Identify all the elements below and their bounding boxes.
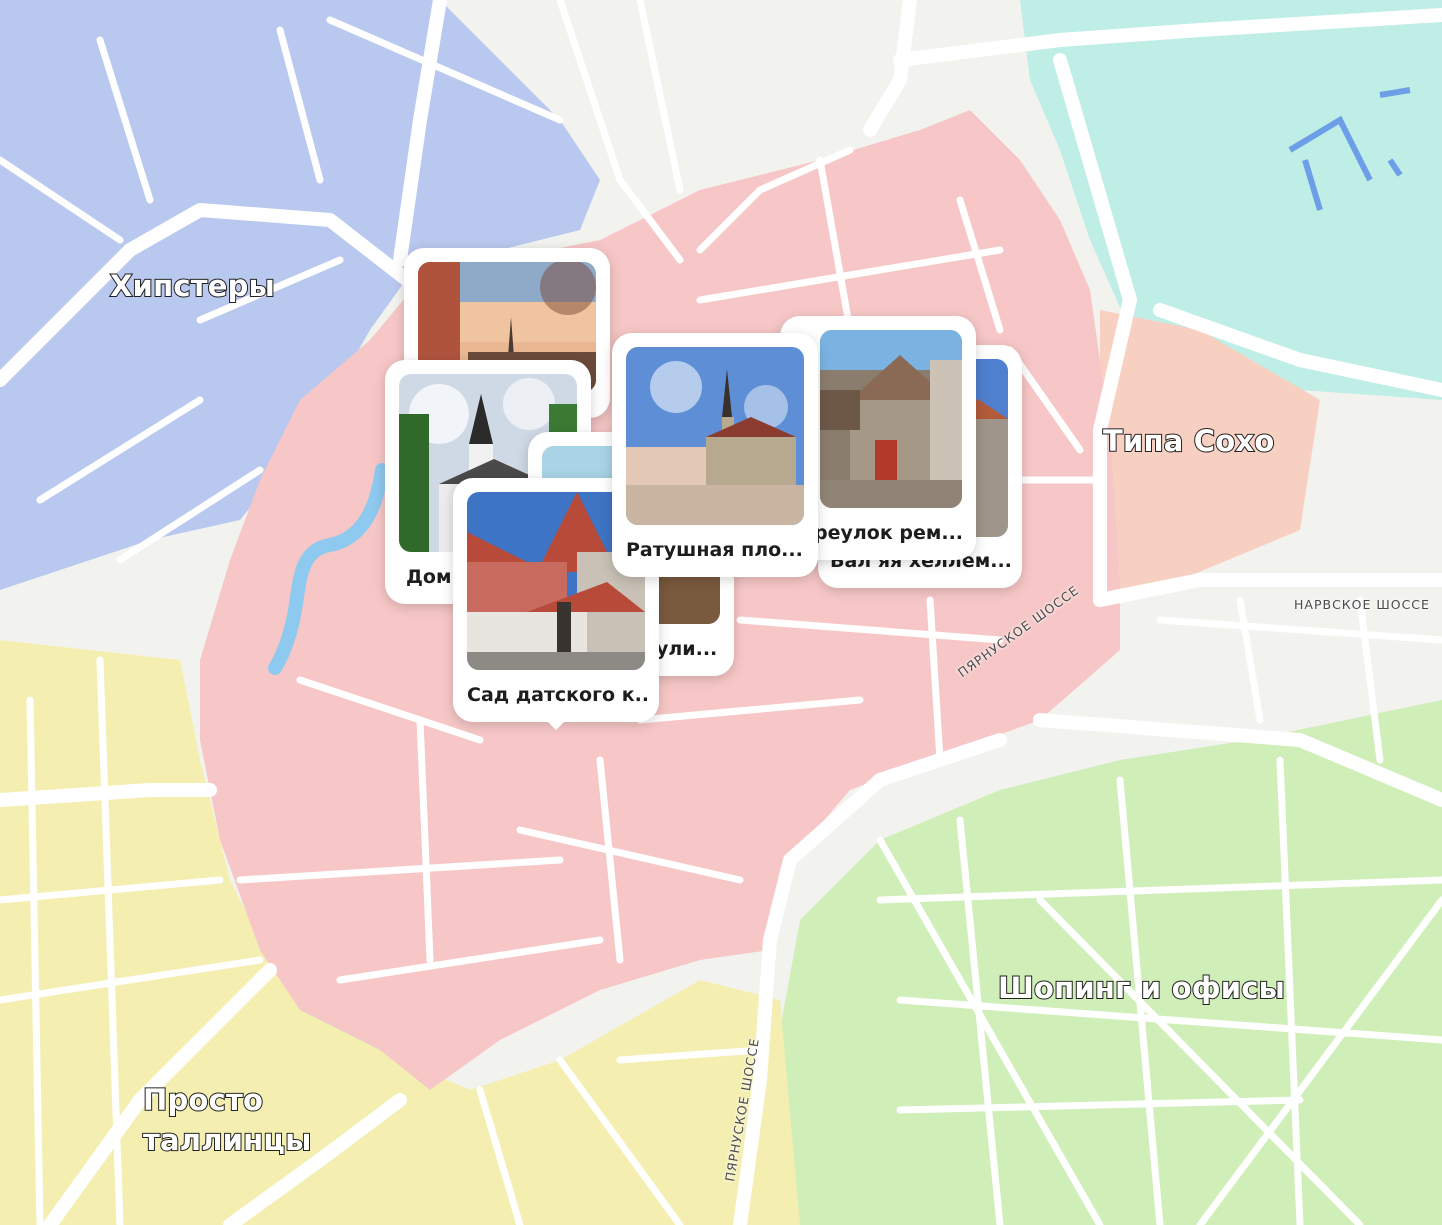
district-label-locals[interactable]: Просто таллинцы bbox=[142, 1080, 343, 1160]
craftsmen-lane-photo bbox=[820, 330, 962, 508]
district-label-soho[interactable]: Типа Сохо bbox=[1102, 423, 1275, 459]
place-card-square[interactable]: Ратушная пло... bbox=[612, 333, 818, 577]
town-hall-square-photo bbox=[626, 347, 804, 525]
map-canvas[interactable]: Хипстеры Типа Сохо Шопинг и офисы Просто… bbox=[0, 0, 1442, 1225]
district-label-shopping[interactable]: Шопинг и офисы bbox=[997, 970, 1286, 1006]
place-card-caption: ули... bbox=[656, 638, 718, 660]
district-label-hipsters[interactable]: Хипстеры bbox=[109, 268, 276, 304]
place-card-caption: Ратушная пло... bbox=[626, 539, 803, 561]
card-pointer bbox=[547, 721, 565, 730]
road-label-narva: НАРВСКОЕ ШОССЕ bbox=[1294, 597, 1430, 612]
place-card-caption: Сад датского к... bbox=[467, 684, 647, 706]
place-card-caption: реулок рем... bbox=[814, 522, 964, 544]
